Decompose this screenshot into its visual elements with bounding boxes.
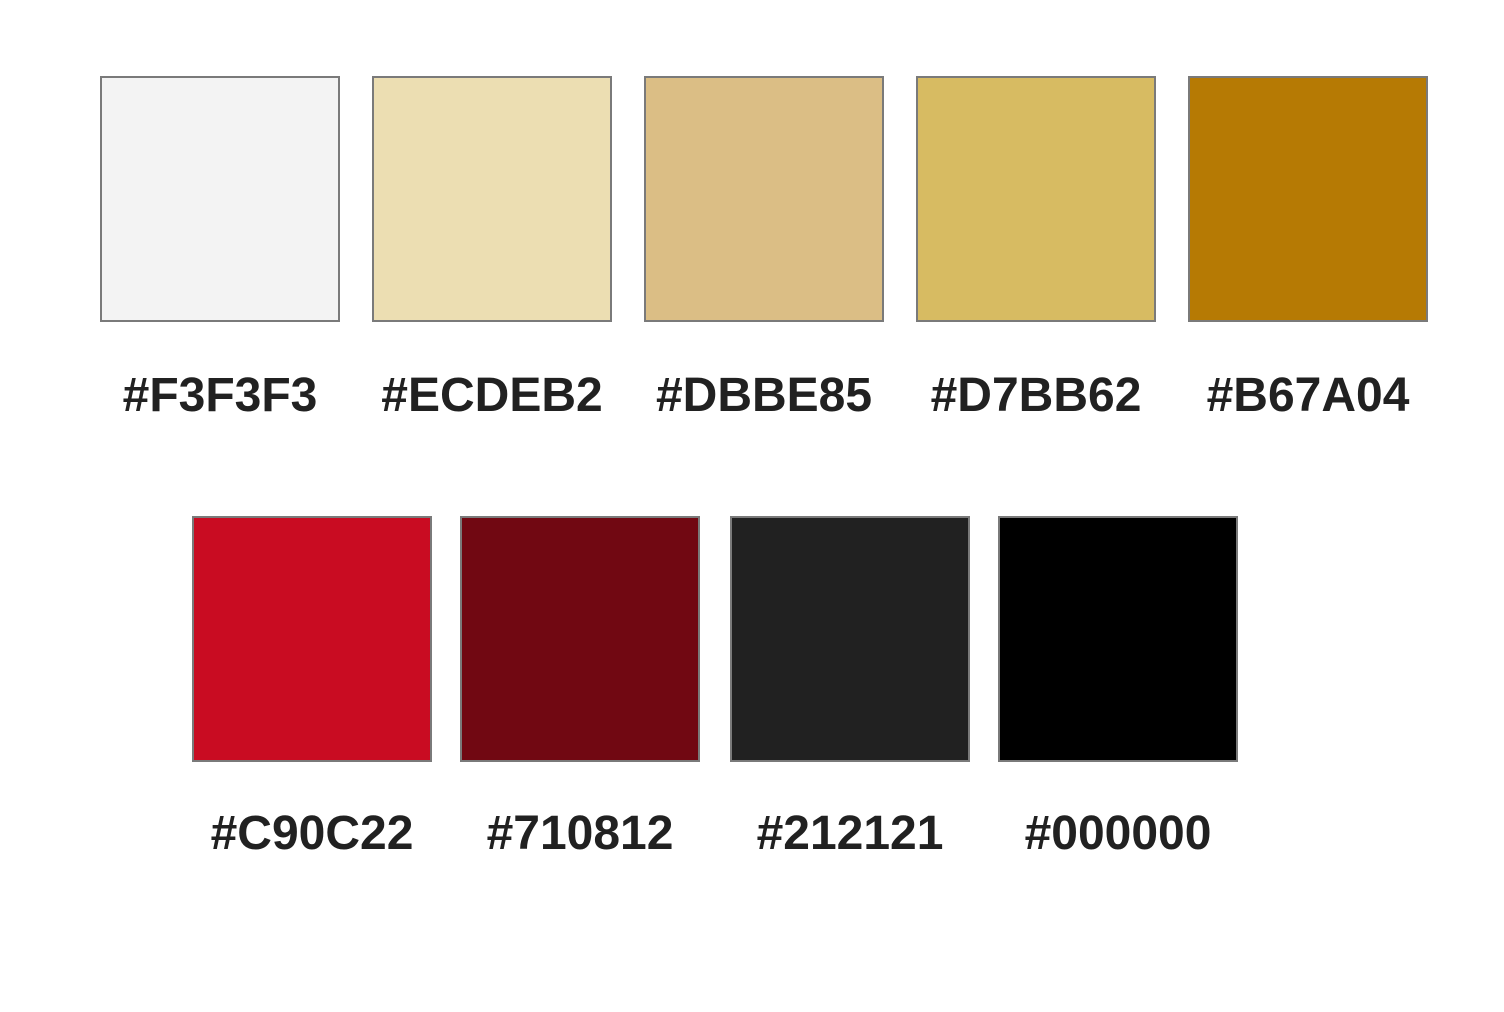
swatch-item: #D7BB62 [916, 76, 1156, 420]
swatch-item: #C90C22 [192, 516, 432, 858]
hex-label: #B67A04 [1206, 369, 1410, 422]
hex-label: #212121 [756, 807, 944, 860]
color-swatch [372, 76, 612, 322]
swatch-item: #212121 [730, 516, 970, 858]
hex-label: #D7BB62 [930, 369, 1142, 422]
color-swatch [916, 76, 1156, 322]
color-palette: #F3F3F3 #ECDEB2 #DBBE85 #D7BB62 #B67A04 … [0, 0, 1504, 1012]
swatch-item: #ECDEB2 [372, 76, 612, 420]
hex-label: #C90C22 [210, 807, 414, 860]
color-swatch [100, 76, 340, 322]
swatch-item: #DBBE85 [644, 76, 884, 420]
color-swatch [192, 516, 432, 762]
color-swatch [460, 516, 700, 762]
color-swatch [998, 516, 1238, 762]
hex-label: #710812 [486, 807, 674, 860]
hex-label: #ECDEB2 [381, 369, 603, 422]
hex-label: #000000 [1024, 807, 1212, 860]
swatch-item: #B67A04 [1188, 76, 1428, 420]
color-swatch [1188, 76, 1428, 322]
swatch-item: #F3F3F3 [100, 76, 340, 420]
swatch-item: #000000 [998, 516, 1238, 858]
color-swatch [730, 516, 970, 762]
swatch-item: #710812 [460, 516, 700, 858]
color-swatch [644, 76, 884, 322]
hex-label: #F3F3F3 [122, 369, 318, 422]
hex-label: #DBBE85 [655, 369, 873, 422]
